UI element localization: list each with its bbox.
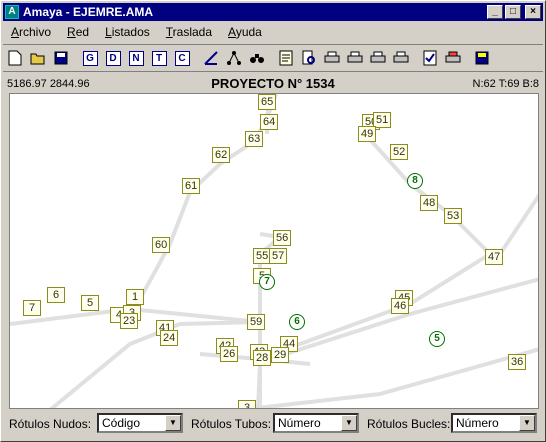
- printer-icon: [324, 51, 340, 63]
- print-results-button[interactable]: [442, 47, 464, 69]
- print-preview-icon: [302, 50, 315, 65]
- node-57[interactable]: 57: [269, 248, 288, 264]
- window-title: Amaya - EJEMRE.AMA: [23, 5, 154, 19]
- node-56[interactable]: 56: [273, 230, 292, 246]
- node-52[interactable]: 52: [390, 144, 409, 160]
- bucles-select[interactable]: Número ▼: [451, 413, 537, 433]
- node-49[interactable]: 49: [358, 126, 377, 142]
- node-47[interactable]: 47: [485, 249, 504, 265]
- print-network-button[interactable]: [344, 47, 366, 69]
- bucles-label: Rótulos Bucles:: [367, 417, 451, 431]
- loop-8[interactable]: 8: [407, 173, 423, 189]
- check-document-icon: [423, 50, 437, 66]
- node-6[interactable]: 6: [47, 287, 65, 303]
- tubos-select[interactable]: Número ▼: [273, 413, 359, 433]
- network-icon: [227, 51, 241, 65]
- menu-archivo[interactable]: Archivo: [3, 25, 59, 39]
- node-65[interactable]: 65: [258, 94, 277, 110]
- save-button[interactable]: [50, 47, 72, 69]
- printer-icon: [445, 51, 461, 63]
- d-button[interactable]: D: [102, 47, 124, 69]
- printer-icon: [347, 51, 363, 63]
- node-62[interactable]: 62: [212, 147, 231, 163]
- menu-ayuda[interactable]: Ayuda: [220, 25, 270, 39]
- info-bar: 5186.97 2844.96 PROYECTO N° 1534 N:62 T:…: [3, 75, 543, 93]
- t-button[interactable]: T: [148, 47, 170, 69]
- menu-red[interactable]: Red: [59, 25, 97, 39]
- menu-bar: Archivo Red Listados Traslada Ayuda: [3, 23, 543, 41]
- find-button[interactable]: [246, 47, 268, 69]
- label-options-bar: Rótulos Nudos: Código ▼ Rótulos Tubos: N…: [3, 411, 543, 437]
- binoculars-icon: [250, 54, 264, 63]
- new-file-button[interactable]: [4, 47, 26, 69]
- node-48[interactable]: 48: [420, 195, 439, 211]
- loop-7[interactable]: 7: [259, 274, 275, 290]
- node-61[interactable]: 61: [182, 178, 201, 194]
- print-table-button[interactable]: [367, 47, 389, 69]
- title-bar[interactable]: A Amaya - EJEMRE.AMA _ □ ×: [3, 3, 543, 21]
- node-36[interactable]: 36: [508, 354, 527, 370]
- disk-icon: [475, 51, 489, 65]
- open-folder-icon: [30, 53, 45, 65]
- minimize-button[interactable]: _: [487, 5, 503, 19]
- print-list-button[interactable]: [390, 47, 412, 69]
- node-1[interactable]: 1: [126, 289, 144, 305]
- loop-5[interactable]: 5: [429, 331, 445, 347]
- node-26[interactable]: 26: [220, 346, 239, 362]
- printer-icon: [370, 51, 386, 63]
- node-5[interactable]: 5: [81, 295, 99, 311]
- network-stats: N:62 T:69 B:8: [472, 78, 539, 90]
- app-window: A Amaya - EJEMRE.AMA _ □ × Archivo Red L…: [0, 0, 546, 442]
- menu-traslada[interactable]: Traslada: [158, 25, 220, 39]
- open-file-button[interactable]: [27, 47, 49, 69]
- n-button[interactable]: N: [125, 47, 147, 69]
- nudos-label: Rótulos Nudos:: [9, 417, 92, 431]
- toolbar: G D N T C: [3, 44, 543, 72]
- node-59[interactable]: 59: [247, 314, 266, 330]
- node-28[interactable]: 28: [253, 350, 272, 366]
- save-icon: [54, 51, 68, 65]
- close-button[interactable]: ×: [525, 5, 541, 19]
- draw-tool-button[interactable]: [200, 47, 222, 69]
- chevron-down-icon[interactable]: ▼: [519, 415, 535, 431]
- chevron-down-icon[interactable]: ▼: [341, 415, 357, 431]
- tubos-label: Rótulos Tubos:: [191, 417, 272, 431]
- node-7[interactable]: 7: [23, 300, 41, 316]
- node-29[interactable]: 29: [271, 347, 290, 363]
- print-preview-button[interactable]: [298, 47, 320, 69]
- node-64[interactable]: 64: [260, 114, 279, 130]
- chevron-down-icon[interactable]: ▼: [165, 415, 181, 431]
- document-icon: [279, 50, 293, 66]
- print-button[interactable]: [321, 47, 343, 69]
- node-23[interactable]: 23: [120, 313, 139, 329]
- printer-icon: [393, 51, 409, 63]
- nudos-select[interactable]: Código ▼: [97, 413, 183, 433]
- ruler-pencil-icon: [204, 51, 218, 65]
- new-file-icon: [8, 50, 22, 66]
- app-icon[interactable]: A: [5, 5, 19, 19]
- maximize-button[interactable]: □: [505, 5, 521, 19]
- node-3b[interactable]: 3: [238, 400, 256, 408]
- node-60[interactable]: 60: [152, 237, 171, 253]
- c-button[interactable]: C: [171, 47, 193, 69]
- node-46[interactable]: 46: [391, 298, 410, 314]
- save-results-button[interactable]: [471, 47, 493, 69]
- network-button[interactable]: [223, 47, 245, 69]
- g-button[interactable]: G: [79, 47, 101, 69]
- loop-6[interactable]: 6: [289, 314, 305, 330]
- verify-button[interactable]: [419, 47, 441, 69]
- node-63[interactable]: 63: [245, 131, 264, 147]
- network-canvas[interactable]: 65 64 63 62 61 60 56 55 57 5 50 51 49 52…: [9, 93, 539, 409]
- menu-listados[interactable]: Listados: [97, 25, 158, 39]
- project-title: PROYECTO N° 1534: [211, 76, 335, 91]
- node-53[interactable]: 53: [444, 208, 463, 224]
- report-button[interactable]: [275, 47, 297, 69]
- node-24[interactable]: 24: [160, 330, 179, 346]
